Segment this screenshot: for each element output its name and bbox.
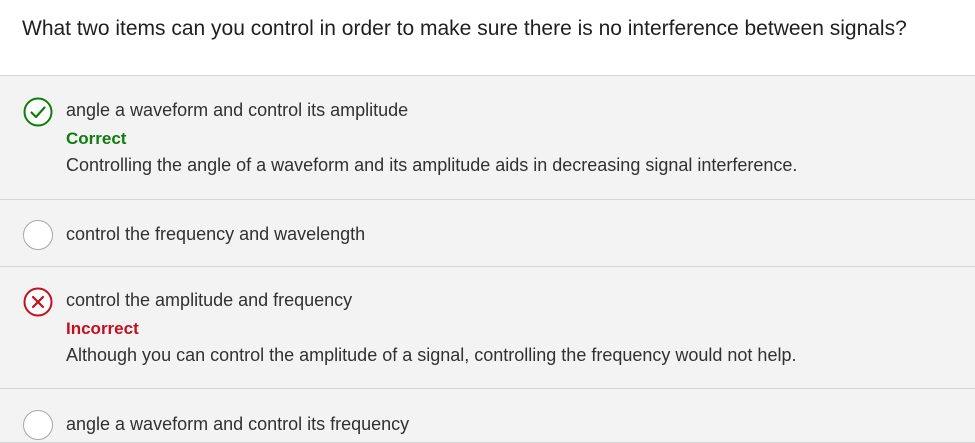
- answer-option-label: control the frequency and wavelength: [66, 224, 366, 244]
- answer-option-label: angle a waveform and control its amplitu…: [66, 100, 409, 120]
- answer-option-3[interactable]: control the amplitude and frequency Inco…: [0, 267, 975, 389]
- radio-empty-icon: [23, 220, 53, 250]
- incorrect-status: Incorrect: [66, 319, 139, 338]
- answer-option-1[interactable]: angle a waveform and control its amplitu…: [0, 76, 975, 200]
- answer-explanation: Although you can control the amplitude o…: [66, 345, 797, 365]
- question-text: What two items can you control in order …: [22, 17, 907, 40]
- answer-options: angle a waveform and control its amplitu…: [0, 76, 975, 443]
- check-circle-icon: [23, 97, 53, 127]
- x-circle-icon: [23, 287, 53, 317]
- answer-option-label: angle a waveform and control its frequen…: [66, 414, 410, 434]
- radio-empty-icon: [23, 410, 53, 440]
- answer-explanation: Controlling the angle of a waveform and …: [66, 155, 798, 175]
- question-header: What two items can you control in order …: [0, 0, 975, 76]
- answer-option-label: control the amplitude and frequency: [66, 290, 353, 310]
- correct-status: Correct: [66, 129, 127, 148]
- answer-option-2[interactable]: control the frequency and wavelength: [0, 200, 975, 267]
- answer-option-4[interactable]: angle a waveform and control its frequen…: [0, 389, 975, 443]
